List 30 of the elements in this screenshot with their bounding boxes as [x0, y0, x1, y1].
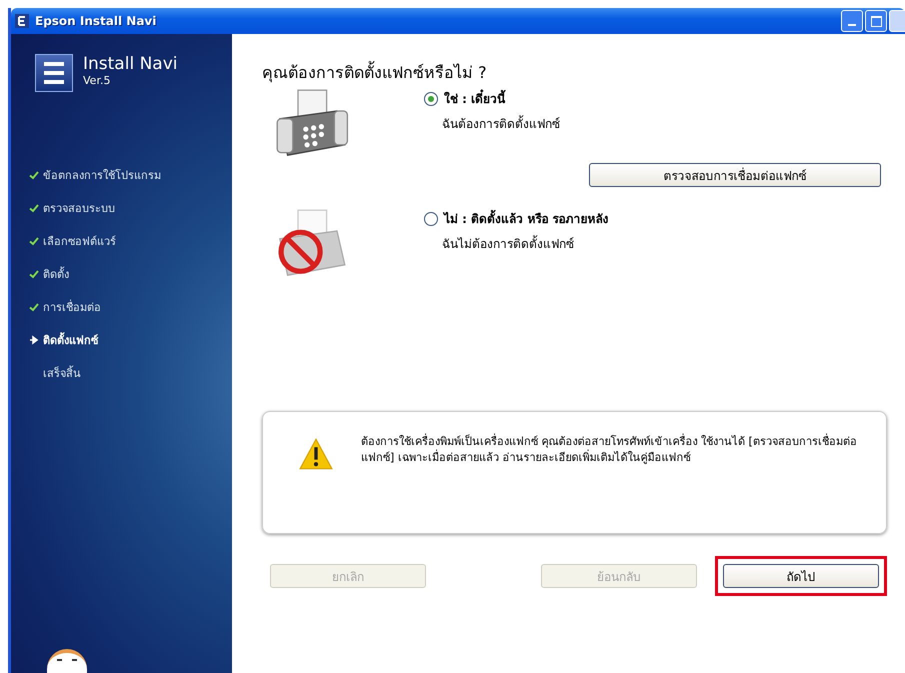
- check-icon: [29, 170, 39, 180]
- cat-mascot-icon: [47, 649, 87, 673]
- check-icon: [29, 203, 39, 213]
- window-title: Epson Install Navi: [35, 14, 158, 28]
- step-label: ติดตั้งแฟกซ์: [43, 331, 98, 349]
- step-label: เสร็จสิ้น: [43, 364, 81, 382]
- app-logo-icon: [35, 54, 73, 92]
- minimize-button[interactable]: [841, 10, 863, 32]
- radio-option[interactable]: ใช่ : เดี๋ยวนี้: [424, 89, 560, 108]
- check-fax-connection-button[interactable]: ตรวจสอบการเชื่อมต่อแฟกซ์: [589, 163, 881, 187]
- app-name: Install Navi: [83, 54, 178, 74]
- check-icon: [29, 236, 39, 246]
- warning-icon: [299, 438, 333, 470]
- step-label: การเชื่อมต่อ: [43, 298, 101, 316]
- arrow-icon: [29, 335, 39, 345]
- step-label: ตรวจสอบระบบ: [43, 201, 115, 217]
- option-description: ฉันไม่ต้องการติดตั้งแฟกซ์: [442, 234, 575, 253]
- step-label: เลือกซอฟต์แวร์: [43, 234, 116, 250]
- maximize-button[interactable]: [865, 10, 887, 32]
- step-label: ติดตั้ง: [43, 266, 69, 283]
- step-label: ข้อตกลงการใช้โปรแกรม: [43, 168, 161, 184]
- radio-option[interactable]: ไม่ : ติดตั้งแล้ว หรือ รอภายหลัง: [424, 209, 609, 228]
- check-icon: [29, 269, 39, 279]
- option-description: ฉันต้องการติดตั้งแฟกซ์: [442, 114, 560, 133]
- app-version: Ver.5: [83, 74, 112, 87]
- next-button[interactable]: ถัดไป: [723, 564, 879, 588]
- notice-text: ต้องการใช้เครื่องพิมพ์เป็นเครื่องแฟกซ์ คุณต้องต่อสายโทรศัพท์เข้าเครื่อง ใช้งานได้ [ตรวจสอบการเชื่อมต่อแฟกซ์] เฉพาะเมื่อต่อสายแล้ว อ่านรายละเอียดเพิ่มเติมได้ในคู่มือแฟกซ์: [361, 434, 858, 466]
- app-logo-icon: [15, 14, 29, 28]
- page-heading: คุณต้องการติดตั้งแฟกซ์หรือไม่ ?: [262, 60, 488, 84]
- check-icon: [29, 302, 39, 312]
